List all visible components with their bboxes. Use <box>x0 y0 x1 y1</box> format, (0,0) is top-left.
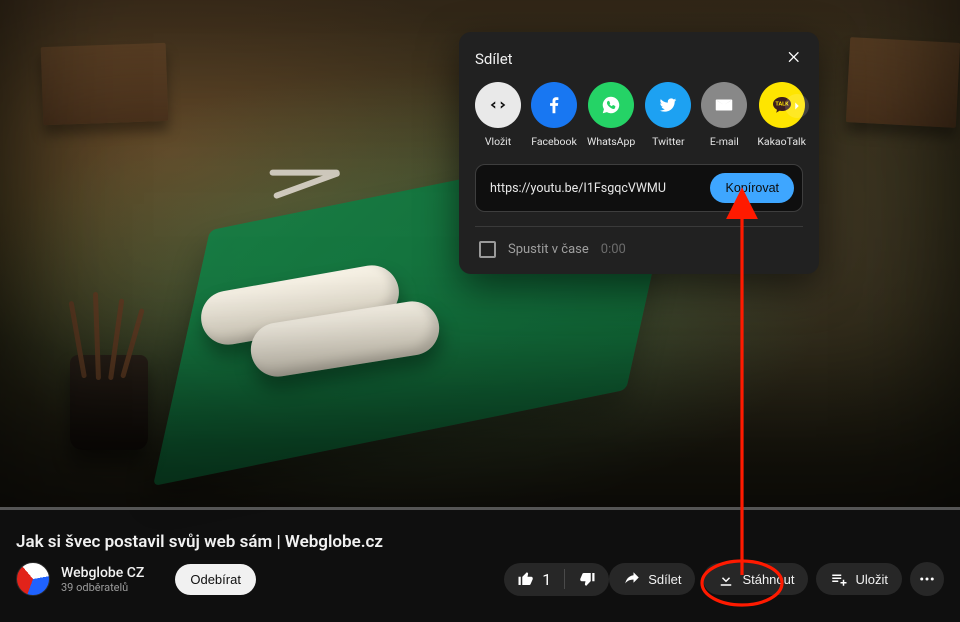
share-option-email[interactable]: E-mail <box>701 82 747 148</box>
like-dislike-group: 1 <box>504 563 609 596</box>
share-label: Sdílet <box>648 572 681 587</box>
share-option-whatsapp[interactable]: WhatsApp <box>587 82 635 148</box>
share-option-facebook[interactable]: Facebook <box>531 82 577 148</box>
facebook-icon <box>543 94 565 116</box>
whatsapp-icon <box>600 94 622 116</box>
chevron-right-icon <box>790 99 804 113</box>
thumbs-up-icon <box>517 570 535 588</box>
channel-name[interactable]: Webglobe CZ <box>61 565 144 581</box>
thumbs-down-icon <box>578 570 596 588</box>
subscribe-button[interactable]: Odebírat <box>175 564 256 595</box>
share-option-label: KakaoTalk <box>757 135 806 148</box>
share-option-label: Vložit <box>485 135 511 148</box>
share-option-label: WhatsApp <box>587 135 635 148</box>
like-button[interactable]: 1 <box>504 563 564 596</box>
more-horizontal-icon <box>918 570 936 588</box>
start-at-time: 0:00 <box>601 242 626 257</box>
channel-block: Webglobe CZ 39 odběratelů Odebírat <box>16 562 256 596</box>
share-scroll-next[interactable] <box>785 94 809 118</box>
share-option-embed[interactable]: Vložit <box>475 82 521 148</box>
share-option-label: Facebook <box>531 135 577 148</box>
video-meta: Jak si švec postavil svůj web sám | Webg… <box>0 520 960 596</box>
like-count: 1 <box>542 570 551 589</box>
channel-avatar[interactable] <box>16 562 50 596</box>
share-options-row: Vložit Facebook WhatsApp Twitter <box>475 82 803 148</box>
download-label: Stáhnout <box>742 572 794 587</box>
start-at-row: Spustit v čase 0:00 <box>475 241 803 258</box>
share-option-label: E-mail <box>710 135 739 148</box>
start-at-label: Spustit v čase <box>508 242 589 257</box>
close-icon <box>786 49 802 65</box>
playlist-add-icon <box>830 570 848 588</box>
email-icon <box>713 94 735 116</box>
share-option-twitter[interactable]: Twitter <box>645 82 691 148</box>
dialog-title: Sdílet <box>475 50 803 68</box>
divider <box>475 226 803 227</box>
subscriber-count: 39 odběratelů <box>61 581 144 594</box>
share-url-row: https://youtu.be/I1FsgqcVWMU Kopírovat <box>475 164 803 212</box>
copy-link-button[interactable]: Kopírovat <box>710 173 794 203</box>
share-option-label: Twitter <box>652 135 684 148</box>
twitter-icon <box>658 95 678 115</box>
dislike-button[interactable] <box>565 563 609 595</box>
share-url[interactable]: https://youtu.be/I1FsgqcVWMU <box>490 181 700 196</box>
close-button[interactable] <box>781 44 807 70</box>
download-button[interactable]: Stáhnout <box>703 563 808 595</box>
video-progress[interactable] <box>0 507 960 510</box>
save-button[interactable]: Uložit <box>816 563 902 595</box>
save-label: Uložit <box>855 572 888 587</box>
start-at-checkbox[interactable] <box>479 241 496 258</box>
embed-icon <box>487 94 509 116</box>
share-dialog: Sdílet Vložit Facebook WhatsApp <box>459 32 819 274</box>
share-icon <box>623 570 641 588</box>
video-title: Jak si švec postavil svůj web sám | Webg… <box>16 532 944 552</box>
download-icon <box>717 570 735 588</box>
more-actions-button[interactable] <box>910 562 944 596</box>
share-button[interactable]: Sdílet <box>609 563 695 595</box>
